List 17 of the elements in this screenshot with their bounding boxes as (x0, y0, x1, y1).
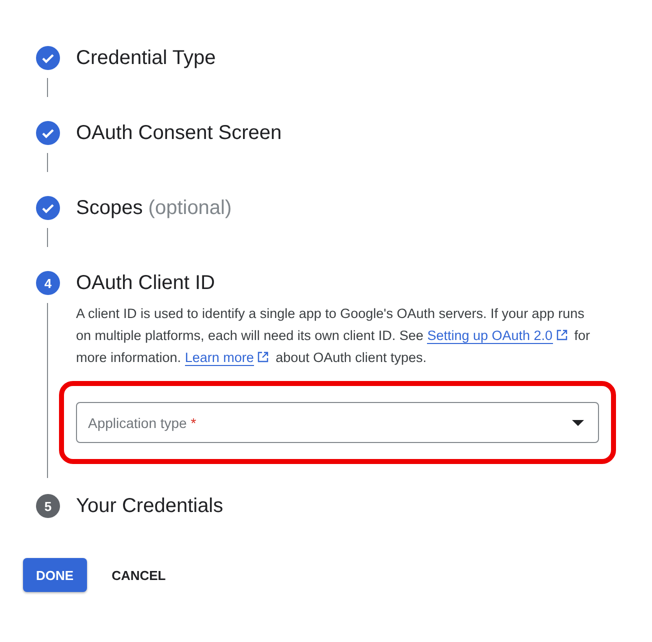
external-link-icon (556, 329, 568, 341)
external-link-icon (256, 351, 269, 363)
help-link[interactable]: Setting up OAuth 2.0 (427, 328, 553, 344)
step-description: A client ID is used to identify a single app to Google's OAuth servers. If your app runs on multiple platforms, each will need its own client ID. See Setting up OAuth 2.0 for more information. Learn more about OAuth client types. (76, 305, 592, 368)
step-title: OAuth Client ID (76, 272, 215, 294)
step-number: 5 (36, 494, 60, 518)
step-title: Your Credentials (76, 494, 224, 518)
help-link[interactable]: Learn more (184, 350, 254, 366)
step-title: OAuth Consent Screen (76, 122, 282, 144)
done-button[interactable]: DONE (23, 558, 87, 592)
dropdown-caret-icon (572, 420, 584, 426)
application-type-select[interactable]: Application type * (76, 402, 599, 443)
step-title: Credential Type (76, 46, 216, 70)
step-title: Scopes (optional) (76, 196, 232, 220)
optional-label: (optional) (148, 196, 232, 218)
step-number: 4 (36, 271, 60, 295)
cancel-button[interactable]: CANCEL (98, 558, 179, 592)
